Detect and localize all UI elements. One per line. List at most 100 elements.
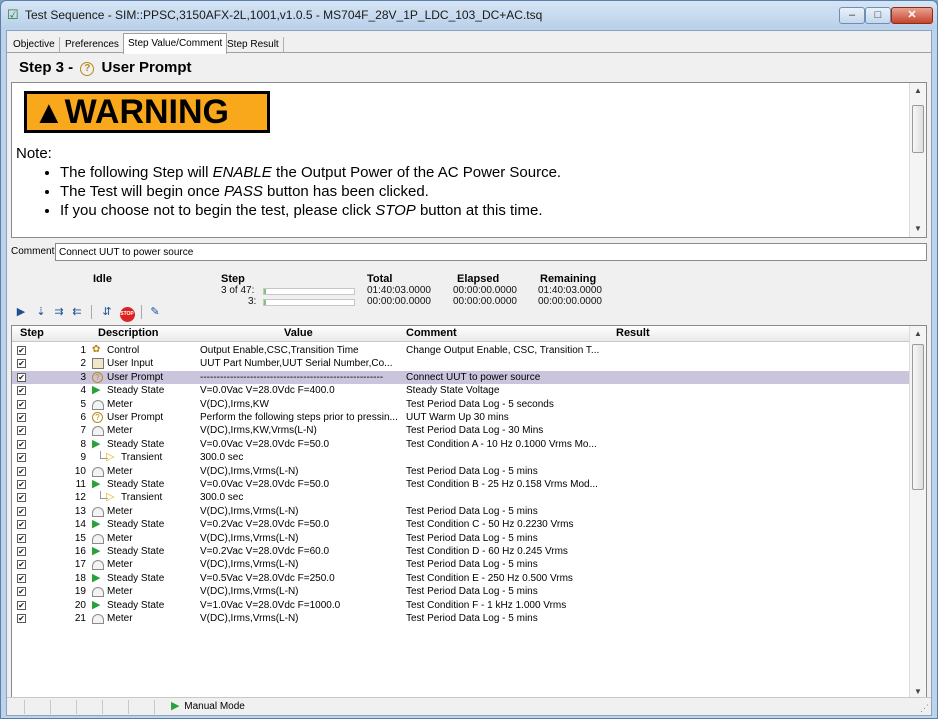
tab-preferences[interactable]: Preferences	[61, 37, 124, 53]
col-header-value[interactable]: Value	[284, 327, 313, 339]
step-over-icon[interactable]: ⇉	[51, 303, 67, 321]
prompt-scrollbar[interactable]: ▲ ▼	[909, 83, 926, 237]
step-type-icon: ▷	[106, 451, 118, 463]
scroll-thumb[interactable]	[912, 344, 924, 490]
table-row[interactable]: ✔ 1 ✿ Control Output Enable,CSC,Transition T…	[12, 344, 910, 357]
meter-icon	[92, 614, 104, 624]
enable-checkbox[interactable]: ✔	[17, 453, 26, 463]
step-type-icon: ▶	[92, 438, 104, 450]
enable-checkbox[interactable]: ✔	[17, 372, 26, 382]
close-button[interactable]: ✕	[891, 7, 933, 24]
title-bar[interactable]: ☑ Test Sequence - SIM::PPSC,3150AFX-2L,1…	[1, 1, 937, 29]
col-header-step[interactable]: Step	[20, 327, 44, 339]
table-row[interactable]: ✔ 6? User Prompt Perform the following step…	[12, 411, 910, 424]
table-row[interactable]: ✔ 15 Meter V(DC),Irms,Vrms(L-N) Test Period …	[12, 532, 910, 545]
enable-checkbox[interactable]: ✔	[17, 399, 26, 409]
tab-step-value-comment[interactable]: Step Value/Comment	[123, 33, 228, 54]
table-row[interactable]: ✔ 5 Meter V(DC),Irms,KW Test Period Data Log…	[12, 398, 910, 411]
run-icon[interactable]: ▶	[13, 303, 29, 321]
minimize-button[interactable]: –	[839, 7, 865, 24]
total-time: 01:40:03.0000	[367, 285, 431, 296]
table-row[interactable]: ✔ 10 Meter V(DC),Irms,Vrms(L-N) Test Period …	[12, 465, 910, 478]
table-row[interactable]: ✔ 19 Meter V(DC),Irms,Vrms(L-N) Test Period …	[12, 585, 910, 598]
question-icon: ?	[92, 371, 103, 383]
remaining-time-step: 00:00:00.0000	[538, 296, 602, 307]
step-type-icon: ▶	[92, 478, 104, 490]
edit-icon[interactable]: ✎	[147, 303, 163, 321]
enable-checkbox[interactable]: ✔	[17, 346, 26, 355]
step-number: 18	[74, 572, 86, 584]
enable-checkbox[interactable]: ✔	[17, 359, 26, 369]
stop-button[interactable]: STOP	[119, 303, 135, 322]
status-cell	[63, 700, 77, 714]
app-window: ☑ Test Sequence - SIM::PPSC,3150AFX-2L,1…	[0, 0, 938, 719]
enable-checkbox[interactable]: ✔	[17, 439, 26, 449]
table-row[interactable]: ✔ 13 Meter V(DC),Irms,Vrms(L-N) Test Period …	[12, 505, 910, 518]
question-icon: ?	[80, 62, 95, 76]
comment-input[interactable]	[55, 243, 927, 261]
step-into-icon[interactable]: ⇣	[33, 303, 49, 321]
step-value: V(DC),Irms,Vrms(L-N)	[200, 586, 299, 598]
enable-checkbox[interactable]: ✔	[17, 614, 26, 623]
step-grid: Step Description Value Comment Result ✔ 1…	[11, 325, 927, 701]
scroll-up-arrow-icon[interactable]: ▲	[910, 83, 926, 99]
step-description: User Input	[107, 358, 154, 370]
step-comment: Test Condition D - 60 Hz 0.245 Vrms	[406, 546, 568, 557]
enable-checkbox[interactable]: ✔	[17, 426, 26, 436]
tab-objective[interactable]: Objective	[9, 37, 60, 53]
step-type-icon: ✿	[92, 344, 104, 356]
step-description: Transient	[121, 452, 163, 464]
table-row[interactable]: ✔ 11 ▶ Steady State V=0.0Vac V=28.0Vdc F=50.…	[12, 478, 910, 491]
scroll-down-arrow-icon[interactable]: ▼	[910, 221, 926, 237]
table-row[interactable]: ✔ 16 ▶ Steady State V=0.2Vac V=28.0Vdc F=60.…	[12, 545, 910, 558]
warning-text: WARNING	[64, 93, 229, 131]
meter-icon	[92, 587, 104, 598]
step-comment: Test Condition A - 10 Hz 0.1000 Vrms Mo.…	[406, 438, 597, 450]
table-row[interactable]: ✔ 12 ▷ Transient 300.0 sec	[12, 491, 910, 504]
substep-progress-label: 3:	[248, 296, 257, 307]
enable-checkbox[interactable]: ✔	[17, 466, 26, 476]
pause-icon[interactable]: ⇵	[99, 303, 115, 321]
table-row[interactable]: ✔ 3? User Prompt --------------------------…	[12, 370, 910, 385]
scroll-thumb[interactable]	[912, 105, 924, 153]
table-row[interactable]: ✔ 14 ▶ Steady State V=0.2Vac V=28.0Vdc F=50.…	[12, 518, 910, 531]
table-row[interactable]: ✔ 8 ▶ Steady State V=0.0Vac V=28.0Vdc F=50.0…	[12, 438, 910, 451]
enable-checkbox[interactable]: ✔	[17, 493, 26, 503]
enable-checkbox[interactable]: ✔	[17, 386, 26, 396]
step-value: Output Enable,CSC,Transition Time	[200, 345, 359, 356]
enable-checkbox[interactable]: ✔	[17, 560, 26, 570]
step-value: V=0.0Vac V=28.0Vdc F=400.0	[200, 385, 335, 397]
step-type-icon	[92, 585, 104, 598]
tab-step-result[interactable]: Step Result	[223, 37, 284, 53]
step-type-icon: ▶	[92, 545, 104, 557]
table-row[interactable]: ✔ 2 User Input UUT Part Number,UUT Serial N…	[12, 357, 910, 370]
resize-grip-icon[interactable]: ⋰	[920, 703, 929, 714]
table-row[interactable]: ✔ 20 ▶ Steady State V=1.0Vac V=28.0Vdc F=100…	[12, 599, 910, 612]
control-icon: ✿	[92, 344, 101, 355]
table-row[interactable]: ✔ 9 ▷ Transient 300.0 sec	[12, 451, 910, 464]
enable-checkbox[interactable]: ✔	[17, 413, 26, 422]
col-header-comment[interactable]: Comment	[406, 327, 457, 339]
enable-checkbox[interactable]: ✔	[17, 600, 26, 610]
enable-checkbox[interactable]: ✔	[17, 587, 26, 597]
step-out-icon[interactable]: ⇇	[69, 303, 85, 321]
enable-checkbox[interactable]: ✔	[17, 547, 26, 556]
scroll-up-arrow-icon[interactable]: ▲	[910, 326, 926, 342]
table-row[interactable]: ✔ 4 ▶ Steady State V=0.0Vac V=28.0Vdc F=400.…	[12, 384, 910, 397]
col-header-result[interactable]: Result	[616, 327, 650, 339]
enable-checkbox[interactable]: ✔	[17, 533, 26, 543]
enable-checkbox[interactable]: ✔	[17, 480, 26, 489]
table-row[interactable]: ✔ 21 Meter V(DC),Irms,Vrms(L-N) Test Period …	[12, 612, 910, 625]
grid-scrollbar[interactable]: ▲ ▼	[909, 326, 926, 700]
step-value: V=1.0Vac V=28.0Vdc F=1000.0	[200, 599, 341, 611]
enable-checkbox[interactable]: ✔	[17, 573, 26, 583]
enable-checkbox[interactable]: ✔	[17, 506, 26, 516]
maximize-button[interactable]: □	[865, 7, 891, 24]
comment-row: Comment:	[11, 243, 927, 261]
col-header-description[interactable]: Description	[98, 327, 159, 339]
enable-checkbox[interactable]: ✔	[17, 520, 26, 530]
table-row[interactable]: ✔ 18 ▶ Steady State V=0.5Vac V=28.0Vdc F=250…	[12, 572, 910, 585]
table-row[interactable]: ✔ 17 Meter V(DC),Irms,Vrms(L-N) Test Period …	[12, 558, 910, 571]
step-comment: Test Period Data Log - 5 mins	[406, 532, 538, 544]
table-row[interactable]: ✔ 7 Meter V(DC),Irms,KW,Vrms(L-N) Test Perio…	[12, 424, 910, 437]
